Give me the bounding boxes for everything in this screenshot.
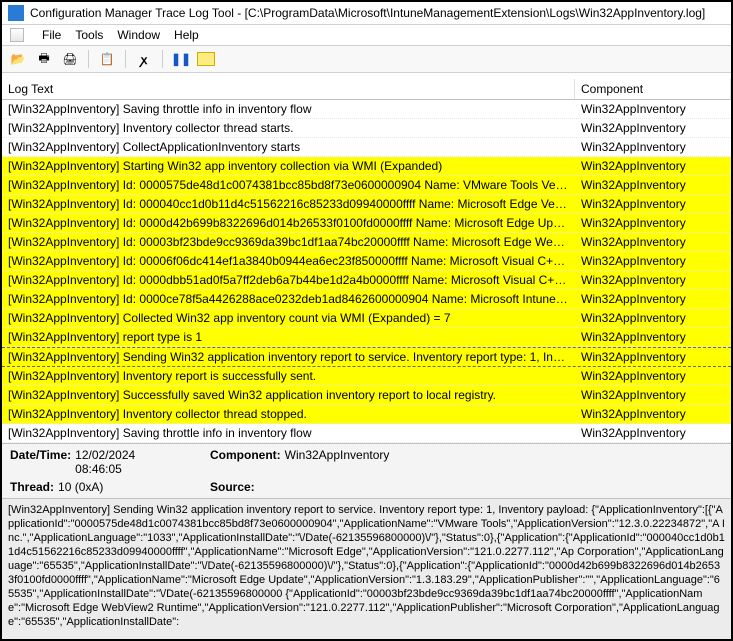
log-component-cell: Win32AppInventory [575,386,731,404]
log-text-cell: [Win32AppInventory] Collected Win32 app … [2,309,575,327]
log-text-cell: [Win32AppInventory] Starting Win32 app i… [2,157,575,175]
log-row[interactable]: [Win32AppInventory] Id: 0000d42b699b8322… [2,214,731,233]
log-header: Log Text Component [2,79,731,100]
component-value: Win32AppInventory [285,448,390,462]
log-text-cell: [Win32AppInventory] report type is 1 [2,328,575,346]
log-component-cell: Win32AppInventory [575,252,731,270]
log-component-cell: Win32AppInventory [575,119,731,137]
datetime-label: Date/Time: [10,448,71,462]
log-text-cell: [Win32AppInventory] Id: 000040cc1d0b11d4… [2,195,575,213]
find-icon[interactable]: ꭗ [134,49,154,69]
log-row[interactable]: [Win32AppInventory] Inventory report is … [2,367,731,386]
menu-tools[interactable]: Tools [75,28,103,42]
log-component-cell: Win32AppInventory [575,138,731,156]
thread-label: Thread: [10,480,54,494]
log-text-cell: [Win32AppInventory] Inventory collector … [2,405,575,423]
log-text-cell: [Win32AppInventory] Inventory collector … [2,119,575,137]
copy-icon[interactable]: 📋 [97,49,117,69]
doc-icon [10,28,24,42]
log-component-cell: Win32AppInventory [575,367,731,385]
thread-value: 10 (0xA) [58,480,103,494]
app-icon [8,5,24,21]
log-text-cell: [Win32AppInventory] Id: 0000d42b699b8322… [2,214,575,232]
log-component-cell: Win32AppInventory [575,405,731,423]
titlebar: Configuration Manager Trace Log Tool - [… [2,2,731,25]
log-component-cell: Win32AppInventory [575,328,731,346]
log-row[interactable]: [Win32AppInventory] Id: 000040cc1d0b11d4… [2,195,731,214]
toolbar-sep [162,50,163,68]
log-row[interactable]: [Win32AppInventory] CollectApplicationIn… [2,138,731,157]
log-text-cell: [Win32AppInventory] Id: 0000dbb51ad0f5a7… [2,271,575,289]
log-row[interactable]: [Win32AppInventory] Id: 00006f06dc414ef1… [2,252,731,271]
col-header-component[interactable]: Component [575,79,731,99]
toolbar-sep [88,50,89,68]
log-row[interactable]: [Win32AppInventory] Id: 0000575de48d1c00… [2,176,731,195]
log-component-cell: Win32AppInventory [575,233,731,251]
source-label: Source: [210,480,255,494]
log-text-cell: [Win32AppInventory] Id: 0000575de48d1c00… [2,176,575,194]
log-component-cell: Win32AppInventory [575,176,731,194]
log-row[interactable]: [Win32AppInventory] Id: 0000dbb51ad0f5a7… [2,271,731,290]
datetime-value: 12/02/2024 08:46:05 [75,448,180,476]
component-label: Component: [210,448,281,462]
log-component-cell: Win32AppInventory [575,424,731,442]
log-text-cell: [Win32AppInventory] CollectApplicationIn… [2,138,575,156]
toolbar-sep [125,50,126,68]
payload-pane[interactable]: [Win32AppInventory] Sending Win32 applic… [2,499,731,639]
log-text-cell: [Win32AppInventory] Id: 0000ce78f5a44262… [2,290,575,308]
log-component-cell: Win32AppInventory [575,290,731,308]
log-component-cell: Win32AppInventory [575,100,731,118]
highlight-icon[interactable] [197,52,215,66]
log-text-cell: [Win32AppInventory] Id: 00006f06dc414ef1… [2,252,575,270]
log-component-cell: Win32AppInventory [575,157,731,175]
col-header-text[interactable]: Log Text [2,79,575,99]
log-body[interactable]: [Win32AppInventory] Saving throttle info… [2,100,731,444]
log-text-cell: [Win32AppInventory] Saving throttle info… [2,100,575,118]
log-text-cell: [Win32AppInventory] Inventory report is … [2,367,575,385]
log-component-cell: Win32AppInventory [575,271,731,289]
log-row[interactable]: [Win32AppInventory] Collected Win32 app … [2,309,731,328]
pause-icon[interactable]: ❚❚ [171,49,191,69]
log-row[interactable]: [Win32AppInventory] Saving throttle info… [2,424,731,443]
log-component-cell: Win32AppInventory [575,195,731,213]
log-row[interactable]: [Win32AppInventory] Id: 0000ce78f5a44262… [2,290,731,309]
log-row[interactable]: [Win32AppInventory] Successfully saved W… [2,386,731,405]
detail-bar: Date/Time: 12/02/2024 08:46:05 Component… [2,444,731,499]
log-component-cell: Win32AppInventory [575,348,731,366]
menu-window[interactable]: Window [117,28,160,42]
log-row[interactable]: [Win32AppInventory] Id: 00003bf23bde9cc9… [2,233,731,252]
log-row[interactable]: [Win32AppInventory] Inventory collector … [2,405,731,424]
log-row[interactable]: [Win32AppInventory] report type is 1Win3… [2,328,731,347]
log-row[interactable]: [Win32AppInventory] Starting Win32 app i… [2,157,731,176]
log-text-cell: [Win32AppInventory] Id: 00003bf23bde9cc9… [2,233,575,251]
log-text-cell: [Win32AppInventory] Successfully saved W… [2,386,575,404]
open-icon[interactable]: 📂 [8,49,28,69]
menu-help[interactable]: Help [174,28,199,42]
log-row[interactable]: [Win32AppInventory] Sending Win32 applic… [2,347,731,367]
log-component-cell: Win32AppInventory [575,309,731,327]
log-row[interactable]: [Win32AppInventory] Saving throttle info… [2,100,731,119]
log-text-cell: [Win32AppInventory] Sending Win32 applic… [2,348,575,366]
window-title: Configuration Manager Trace Log Tool - [… [30,6,705,20]
toolbar: 📂 🖶 🖨 📋 ꭗ ❚❚ [2,46,731,73]
printer2-icon[interactable]: 🖨 [60,49,80,69]
print-icon[interactable]: 🖶 [34,49,54,69]
log-row[interactable]: [Win32AppInventory] Inventory collector … [2,119,731,138]
menu-file[interactable]: File [42,28,61,42]
log-component-cell: Win32AppInventory [575,214,731,232]
menubar: File Tools Window Help [2,25,731,46]
log-text-cell: [Win32AppInventory] Saving throttle info… [2,424,575,442]
